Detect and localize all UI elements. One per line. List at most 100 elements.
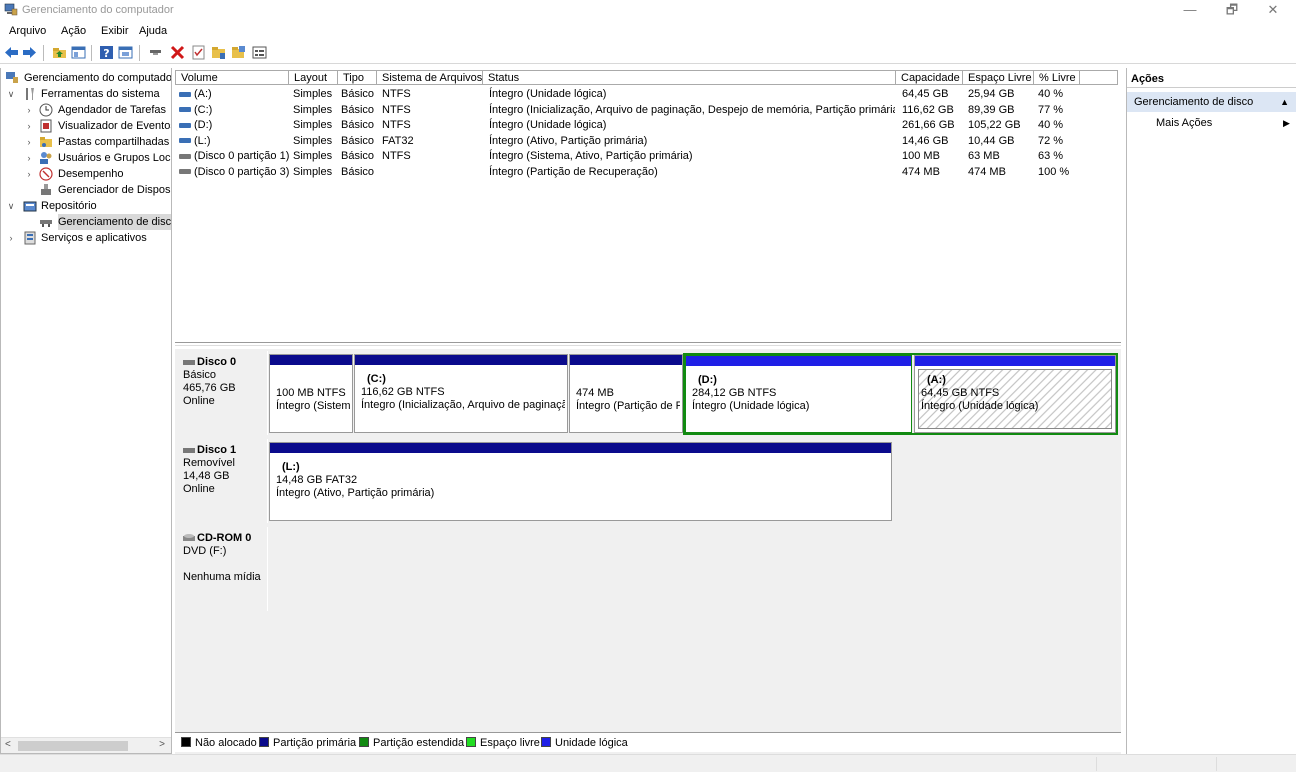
- volume-cell-text: NTFS: [382, 119, 411, 131]
- up-folder-icon[interactable]: [52, 45, 67, 60]
- folder-icon[interactable]: [211, 45, 226, 60]
- partition-status: Íntegro (Ativo, Partição primária): [276, 487, 435, 499]
- legend-logical: Unidade lógica: [541, 737, 628, 749]
- col-tipo[interactable]: Tipo: [338, 70, 377, 85]
- clock-icon: [39, 103, 53, 117]
- chevron-down-icon[interactable]: ∨: [6, 86, 16, 102]
- disk-0-size: 465,76 GB: [183, 382, 236, 394]
- volume-cell-text: (L:): [194, 134, 211, 147]
- tree-task-scheduler[interactable]: › Agendador de Tarefas: [1, 102, 171, 118]
- collapse-up-icon[interactable]: ▲: [1280, 92, 1289, 112]
- close-button[interactable]: ✕: [1253, 2, 1293, 20]
- menu-acao[interactable]: Ação: [61, 25, 86, 37]
- legend-swatch: [466, 737, 476, 747]
- menu-ajuda[interactable]: Ajuda: [139, 25, 167, 37]
- tree-root[interactable]: Gerenciamento do computado: [1, 70, 172, 86]
- more-actions-link[interactable]: Mais Ações: [1156, 115, 1212, 131]
- volume-row[interactable]: (C:) Simples Básico NTFS Íntegro (Inicializa…: [175, 103, 1121, 118]
- partition-size: 64,45 GB NTFS: [921, 387, 1000, 399]
- volume-cell-text: Íntegro (Partição de Recuperação): [489, 165, 658, 178]
- disk-0-label[interactable]: Disco 0 Básico 465,76 GB Online: [175, 351, 268, 435]
- help-icon[interactable]: ?: [99, 45, 114, 60]
- disk-0-partition-d[interactable]: (D:) 284,12 GB NTFS Íntegro (Unidade lóg…: [685, 355, 912, 433]
- volume-cell-text: NTFS: [382, 88, 411, 100]
- disk-0-partition-c[interactable]: (C:) 116,62 GB NTFS Íntegro (Inicializaç…: [354, 354, 568, 433]
- tree-services[interactable]: › Serviços e aplicativos: [1, 230, 171, 246]
- chevron-right-icon[interactable]: ›: [6, 230, 16, 246]
- volume-row[interactable]: (L:) Simples Básico FAT32 Íntegro (Ativo, Pa…: [175, 134, 1121, 149]
- volume-cell-text: FAT32: [382, 134, 414, 147]
- tree-horizontal-scrollbar[interactable]: < >: [1, 737, 171, 753]
- disk-0-recovery-partition[interactable]: 474 MB Íntegro (Partição de F: [569, 354, 683, 433]
- tree-system-tools[interactable]: ∨ Ferramentas do sistema: [1, 86, 171, 102]
- scroll-thumb[interactable]: [18, 741, 128, 751]
- back-arrow-icon[interactable]: [4, 45, 19, 60]
- col-filesystem[interactable]: Sistema de Arquivos: [377, 70, 483, 85]
- scroll-right-icon[interactable]: >: [159, 739, 165, 750]
- tree-storage[interactable]: ∨ Repositório: [1, 198, 171, 214]
- chevron-right-icon[interactable]: ›: [24, 134, 34, 150]
- volume-cell-status: Íntegro (Ativo, Partição primária): [489, 134, 895, 149]
- col-empty: [1080, 70, 1118, 85]
- tree-event-viewer[interactable]: › Visualizador de Eventos: [1, 118, 171, 134]
- volume-cell-layout: Simples: [293, 165, 339, 180]
- menu-exibir[interactable]: Exibir: [101, 25, 129, 37]
- volume-cell-pct: 77 %: [1038, 103, 1078, 118]
- volume-cell-text: 474 MB: [968, 165, 1006, 178]
- menu-arquivo[interactable]: Arquivo: [9, 25, 46, 37]
- volume-row[interactable]: (D:) Simples Básico NTFS Íntegro (Unidade ló…: [175, 118, 1121, 133]
- volume-row[interactable]: (A:) Simples Básico NTFS Íntegro (Unidade ló…: [175, 87, 1121, 102]
- volume-cell-tipo: Básico: [341, 134, 377, 149]
- chevron-right-icon[interactable]: ›: [24, 150, 34, 166]
- volume-cell-text: Íntegro (Ativo, Partição primária): [489, 134, 648, 147]
- maximize-button[interactable]: 🗗: [1212, 2, 1252, 20]
- show-hide-tree-icon[interactable]: [71, 45, 86, 60]
- minimize-button[interactable]: —: [1170, 2, 1210, 20]
- disk-0-partition-1[interactable]: 100 MB NTFS Íntegro (Sistem: [269, 354, 353, 433]
- disk-0-partition-a[interactable]: (A:) 64,45 GB NTFS Íntegro (Unidade lógi…: [914, 355, 1116, 433]
- volume-cell-text: Simples: [293, 103, 333, 116]
- tree-device-manager[interactable]: Gerenciador de Disposit: [1, 182, 171, 198]
- disk-1-label[interactable]: Disco 1 Removível 14,48 GB Online: [175, 439, 268, 523]
- col-volume[interactable]: Volume: [175, 70, 289, 85]
- col-pct-free[interactable]: % Livre: [1034, 70, 1080, 85]
- chevron-right-icon[interactable]: ›: [24, 166, 34, 182]
- tree-root-label: Gerenciamento do computado: [24, 72, 172, 84]
- properties-icon[interactable]: [118, 45, 133, 60]
- volume-icon: [179, 169, 191, 175]
- col-free-space[interactable]: Espaço Livre: [963, 70, 1034, 85]
- cdrom-label[interactable]: CD-ROM 0 DVD (F:) Nenhuma mídia: [175, 527, 268, 611]
- col-status[interactable]: Status: [483, 70, 896, 85]
- delete-x-icon[interactable]: [170, 45, 185, 60]
- chevron-right-icon[interactable]: ›: [24, 102, 34, 118]
- svg-text:?: ?: [103, 47, 109, 60]
- col-capacity[interactable]: Capacidade: [896, 70, 963, 85]
- volume-cell-text: 64,45 GB: [902, 88, 949, 100]
- volume-cell-text: (C:): [194, 103, 213, 116]
- tree-users-groups[interactable]: › Usuários e Grupos Loca: [1, 150, 171, 166]
- chevron-right-icon[interactable]: ›: [24, 118, 34, 134]
- disk-1-partition-l[interactable]: (L:) 14,48 GB FAT32 Íntegro (Ativo, Part…: [269, 442, 892, 521]
- volume-row[interactable]: (Disco 0 partição 3) Simples Básico Íntegro…: [175, 165, 1121, 180]
- chevron-down-icon[interactable]: ∨: [6, 198, 16, 214]
- forward-arrow-icon[interactable]: [22, 45, 37, 60]
- tree-performance[interactable]: › Desempenho: [1, 166, 171, 182]
- volume-row[interactable]: (Disco 0 partição 1) Simples Básico NTFS Ínt…: [175, 149, 1121, 164]
- submenu-arrow-icon[interactable]: ▶: [1283, 115, 1290, 131]
- pane-splitter[interactable]: [175, 342, 1121, 346]
- legend-label: Unidade lógica: [555, 737, 628, 749]
- disk-0-type: Básico: [183, 369, 217, 381]
- volume-cell-tipo: Básico: [341, 165, 377, 180]
- tree-disk-management[interactable]: Gerenciamento de disco: [1, 214, 171, 230]
- new-folder-icon[interactable]: [231, 45, 246, 60]
- connect-icon[interactable]: [148, 45, 163, 60]
- col-layout[interactable]: Layout: [289, 70, 338, 85]
- check-list-icon[interactable]: [191, 45, 206, 60]
- partition-label: (A:): [927, 374, 946, 386]
- actions-section-disk-management[interactable]: Gerenciamento de disco ▲: [1127, 92, 1296, 112]
- volume-cell-text: 40 %: [1038, 119, 1064, 131]
- view-icon[interactable]: [252, 45, 267, 60]
- scroll-left-icon[interactable]: <: [5, 739, 11, 750]
- volume-icon: [179, 153, 191, 159]
- tree-shared-folders[interactable]: › Pastas compartilhadas: [1, 134, 171, 150]
